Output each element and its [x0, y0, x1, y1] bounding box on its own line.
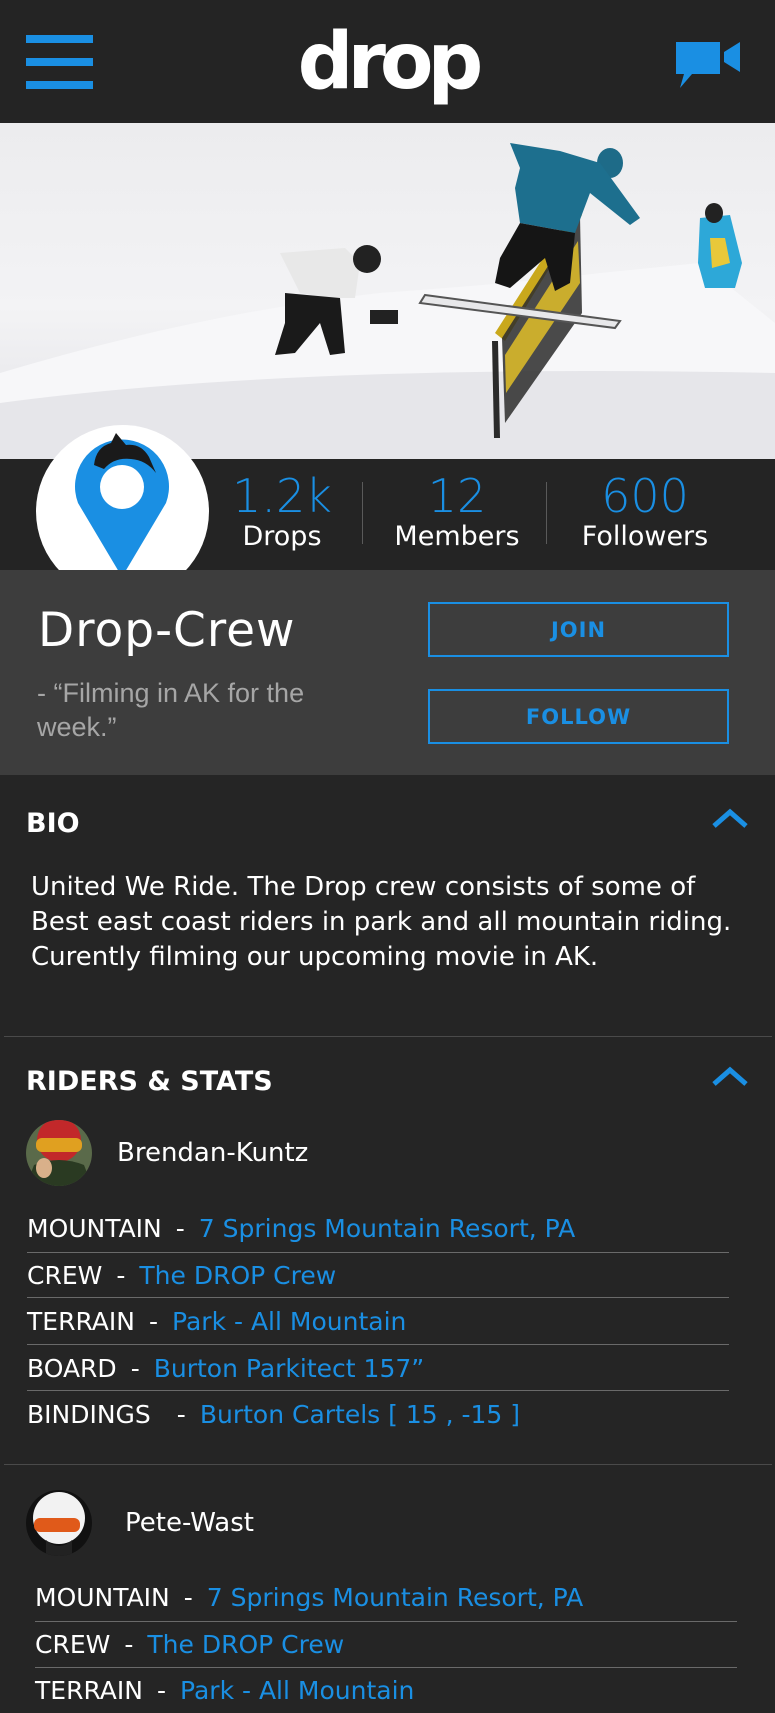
stat-followers: 600 Followers [570, 470, 720, 552]
app-logo: drop [297, 17, 484, 107]
stat-drops-label: Drops [242, 521, 322, 552]
stat-followers-label: Followers [581, 521, 709, 552]
cover-photo [0, 123, 775, 459]
rider-stat-mountain: MOUNTAIN -7 Springs Mountain Resort, PA [35, 1574, 583, 1620]
stat-key: CREW [35, 1629, 111, 1659]
video-camera-icon[interactable] [672, 38, 742, 90]
stat-value[interactable]: 7 Springs Mountain Resort, PA [207, 1583, 583, 1612]
stat-value[interactable]: 7 Springs Mountain Resort, PA [199, 1214, 575, 1243]
rider-name[interactable]: Brendan-Kuntz [117, 1138, 308, 1168]
chevron-up-icon[interactable] [710, 1064, 750, 1088]
bio-text: United We Ride. The Drop crew consists o… [31, 872, 732, 972]
stat-value[interactable]: The DROP Crew [139, 1261, 336, 1290]
stat-drops-value: 1.2k [232, 469, 332, 523]
rider-stat-terrain: TERRAIN - Park - All Mountain [35, 1667, 414, 1713]
rider-stat-board: BOARD - Burton Parkitect 157” [27, 1345, 424, 1391]
bio-heading: BIO [26, 808, 80, 839]
stat-sep: - [156, 1675, 167, 1705]
stat-sep: - [124, 1629, 134, 1659]
avatar[interactable] [26, 1120, 92, 1186]
stat-sep: - [176, 1399, 186, 1429]
top-bar: drop [0, 0, 775, 123]
section-divider [4, 1036, 772, 1037]
rider-name[interactable]: Pete-Wast [125, 1508, 254, 1538]
follow-button[interactable]: FOLLOW [428, 689, 729, 744]
crew-name: Drop-Crew [38, 603, 296, 658]
stat-followers-value: 600 [601, 469, 689, 523]
stat-value[interactable]: The DROP Crew [147, 1630, 344, 1659]
stat-sep: - [116, 1260, 126, 1290]
stat-sep: - [175, 1213, 185, 1243]
avatar[interactable] [26, 1490, 92, 1556]
stat-members: 12 Members [388, 470, 526, 552]
crew-status: - “Filming in AK for the week.” [37, 678, 305, 742]
rider-stat-bindings: BINDINGS - Burton Cartels [ 15 , -15 ] [27, 1391, 520, 1437]
stat-key: TERRAIN [27, 1306, 135, 1336]
stat-value[interactable]: Burton Cartels [ 15 , -15 ] [200, 1400, 520, 1429]
riders-heading: RIDERS & STATS [26, 1066, 273, 1097]
rider-stat-mountain: MOUNTAIN -7 Springs Mountain Resort, PA [27, 1205, 575, 1251]
rider-stat-crew: CREW - The DROP Crew [27, 1252, 336, 1298]
join-button[interactable]: JOIN [428, 602, 729, 657]
stat-value[interactable]: Burton Parkitect 157” [154, 1354, 424, 1383]
stat-key: BOARD [27, 1353, 117, 1383]
stat-value[interactable]: Park - All Mountain [172, 1307, 406, 1336]
chevron-up-icon[interactable] [710, 806, 750, 830]
stat-members-value: 12 [427, 469, 487, 523]
stat-value[interactable]: Park - All Mountain [180, 1676, 414, 1705]
stat-divider [362, 482, 363, 544]
stat-key: MOUNTAIN [35, 1582, 170, 1612]
rider-stat-crew: CREW - The DROP Crew [35, 1621, 344, 1667]
stat-sep: - [130, 1353, 140, 1383]
stat-sep: - [148, 1306, 159, 1336]
crew-panel [0, 570, 775, 775]
stat-drops: 1.2k Drops [232, 470, 332, 552]
stat-divider [546, 482, 547, 544]
stat-key: MOUNTAIN [27, 1213, 162, 1243]
stat-key: TERRAIN [35, 1675, 143, 1705]
stat-sep: - [183, 1582, 193, 1612]
section-divider [4, 1464, 772, 1465]
stat-key: CREW [27, 1260, 103, 1290]
stat-key: BINDINGS [27, 1399, 151, 1429]
stat-members-label: Members [394, 521, 520, 552]
rider-stat-terrain: TERRAIN - Park - All Mountain [27, 1298, 406, 1344]
